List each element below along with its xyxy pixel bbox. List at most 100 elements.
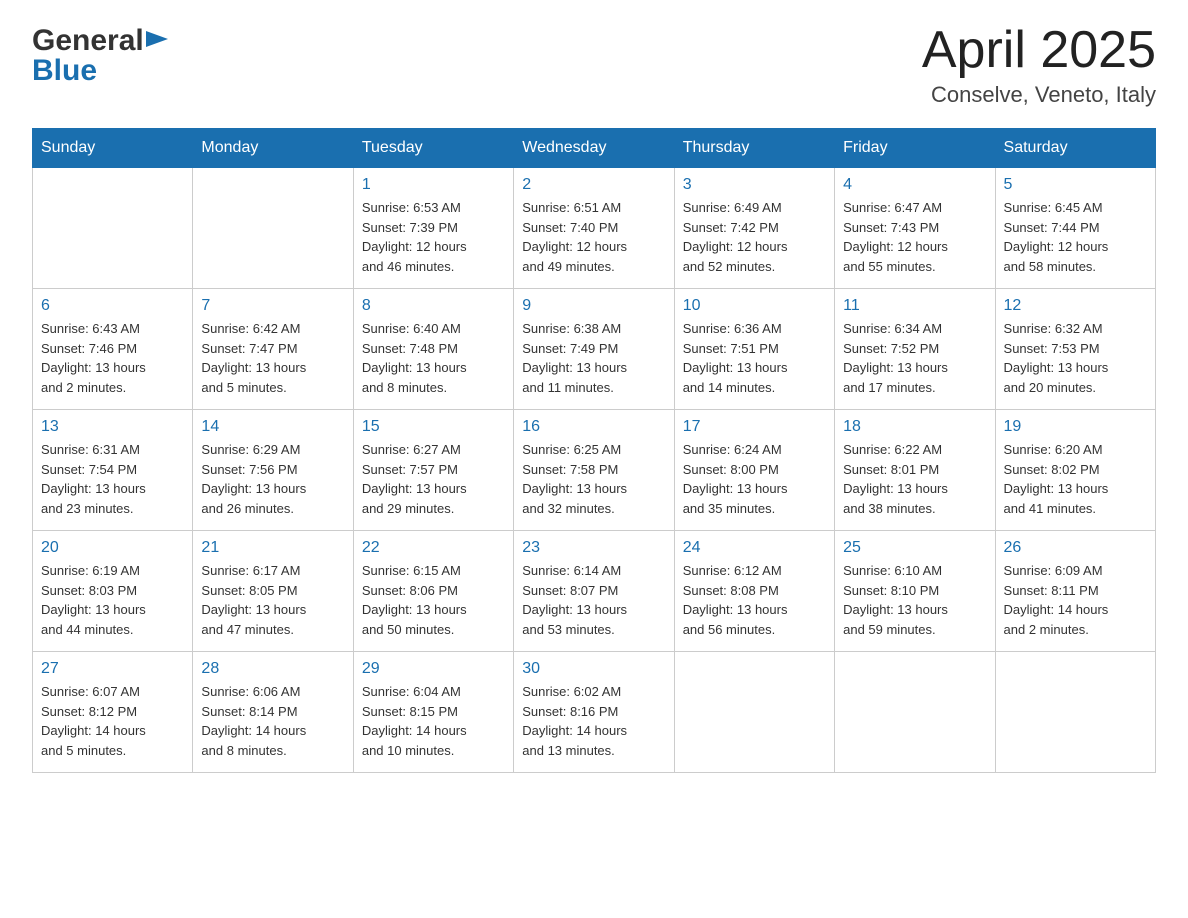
- calendar-day-cell: 25 Sunrise: 6:10 AM Sunset: 8:10 PM Dayli…: [835, 531, 995, 652]
- calendar-day-cell: 2 Sunrise: 6:51 AM Sunset: 7:40 PM Daylig…: [514, 168, 674, 289]
- day-number: 13: [41, 418, 184, 436]
- day-info: Sunrise: 6:51 AM Sunset: 7:40 PM Dayligh…: [522, 198, 665, 276]
- day-info: Sunrise: 6:12 AM Sunset: 8:08 PM Dayligh…: [683, 561, 826, 639]
- day-info: Sunrise: 6:49 AM Sunset: 7:42 PM Dayligh…: [683, 198, 826, 276]
- day-info: Sunrise: 6:38 AM Sunset: 7:49 PM Dayligh…: [522, 319, 665, 397]
- calendar-week-row: 6 Sunrise: 6:43 AM Sunset: 7:46 PM Daylig…: [33, 289, 1156, 410]
- day-info: Sunrise: 6:36 AM Sunset: 7:51 PM Dayligh…: [683, 319, 826, 397]
- calendar-day-cell: [33, 168, 193, 289]
- calendar-day-cell: 11Sunrise: 6:34 AM Sunset: 7:52 PM Dayli…: [835, 289, 995, 410]
- calendar-day-cell: 20 Sunrise: 6:19 AM Sunset: 8:03 PM Dayli…: [33, 531, 193, 652]
- calendar-subtitle: Conselve, Veneto, Italy: [922, 82, 1156, 108]
- title-block: April 2025 Conselve, Veneto, Italy: [922, 24, 1156, 108]
- calendar-table: SundayMondayTuesdayWednesdayThursdayFrid…: [32, 128, 1156, 773]
- calendar-day-cell: 26Sunrise: 6:09 AM Sunset: 8:11 PM Dayli…: [995, 531, 1155, 652]
- day-info: Sunrise: 6:40 AM Sunset: 7:48 PM Dayligh…: [362, 319, 505, 397]
- day-info: Sunrise: 6:17 AM Sunset: 8:05 PM Dayligh…: [201, 561, 344, 639]
- day-number: 19: [1004, 418, 1147, 436]
- day-number: 22: [362, 539, 505, 557]
- day-number: 15: [362, 418, 505, 436]
- calendar-day-cell: [674, 652, 834, 773]
- calendar-day-cell: 8 Sunrise: 6:40 AM Sunset: 7:48 PM Daylig…: [353, 289, 513, 410]
- day-info: Sunrise: 6:22 AM Sunset: 8:01 PM Dayligh…: [843, 440, 986, 518]
- calendar-day-cell: [193, 168, 353, 289]
- day-info: Sunrise: 6:14 AM Sunset: 8:07 PM Dayligh…: [522, 561, 665, 639]
- day-number: 20: [41, 539, 184, 557]
- day-number: 5: [1004, 176, 1147, 194]
- day-number: 6: [41, 297, 184, 315]
- calendar-day-cell: 12Sunrise: 6:32 AM Sunset: 7:53 PM Dayli…: [995, 289, 1155, 410]
- day-number: 11: [843, 297, 986, 315]
- day-info: Sunrise: 6:42 AM Sunset: 7:47 PM Dayligh…: [201, 319, 344, 397]
- day-info: Sunrise: 6:29 AM Sunset: 7:56 PM Dayligh…: [201, 440, 344, 518]
- logo-triangle-icon: [146, 31, 168, 53]
- day-number: 29: [362, 660, 505, 678]
- logo-general-text: General: [32, 24, 144, 58]
- day-info: Sunrise: 6:07 AM Sunset: 8:12 PM Dayligh…: [41, 682, 184, 760]
- day-number: 16: [522, 418, 665, 436]
- calendar-week-row: 13 Sunrise: 6:31 AM Sunset: 7:54 PM Dayli…: [33, 410, 1156, 531]
- day-number: 4: [843, 176, 986, 194]
- day-number: 7: [201, 297, 344, 315]
- calendar-day-header: Monday: [193, 129, 353, 168]
- calendar-day-cell: 9 Sunrise: 6:38 AM Sunset: 7:49 PM Daylig…: [514, 289, 674, 410]
- calendar-day-cell: 18 Sunrise: 6:22 AM Sunset: 8:01 PM Dayli…: [835, 410, 995, 531]
- calendar-header-row: SundayMondayTuesdayWednesdayThursdayFrid…: [33, 129, 1156, 168]
- calendar-day-cell: 6 Sunrise: 6:43 AM Sunset: 7:46 PM Daylig…: [33, 289, 193, 410]
- day-info: Sunrise: 6:19 AM Sunset: 8:03 PM Dayligh…: [41, 561, 184, 639]
- calendar-day-header: Sunday: [33, 129, 193, 168]
- calendar-day-header: Saturday: [995, 129, 1155, 168]
- day-info: Sunrise: 6:15 AM Sunset: 8:06 PM Dayligh…: [362, 561, 505, 639]
- calendar-day-cell: 23Sunrise: 6:14 AM Sunset: 8:07 PM Dayli…: [514, 531, 674, 652]
- day-info: Sunrise: 6:10 AM Sunset: 8:10 PM Dayligh…: [843, 561, 986, 639]
- day-number: 2: [522, 176, 665, 194]
- day-number: 8: [362, 297, 505, 315]
- logo: General Blue: [32, 24, 168, 88]
- page-header: General Blue April 2025 Conselve, Veneto…: [32, 24, 1156, 108]
- calendar-day-cell: 14 Sunrise: 6:29 AM Sunset: 7:56 PM Dayli…: [193, 410, 353, 531]
- day-number: 3: [683, 176, 826, 194]
- calendar-day-cell: [995, 652, 1155, 773]
- calendar-day-cell: 22 Sunrise: 6:15 AM Sunset: 8:06 PM Dayli…: [353, 531, 513, 652]
- calendar-day-cell: 13 Sunrise: 6:31 AM Sunset: 7:54 PM Dayli…: [33, 410, 193, 531]
- calendar-day-cell: 1Sunrise: 6:53 AM Sunset: 7:39 PM Daylig…: [353, 168, 513, 289]
- day-info: Sunrise: 6:25 AM Sunset: 7:58 PM Dayligh…: [522, 440, 665, 518]
- calendar-day-cell: [835, 652, 995, 773]
- calendar-day-header: Thursday: [674, 129, 834, 168]
- day-number: 30: [522, 660, 665, 678]
- calendar-day-header: Tuesday: [353, 129, 513, 168]
- day-info: Sunrise: 6:43 AM Sunset: 7:46 PM Dayligh…: [41, 319, 184, 397]
- calendar-day-cell: 15Sunrise: 6:27 AM Sunset: 7:57 PM Dayli…: [353, 410, 513, 531]
- calendar-day-cell: 19Sunrise: 6:20 AM Sunset: 8:02 PM Dayli…: [995, 410, 1155, 531]
- day-info: Sunrise: 6:06 AM Sunset: 8:14 PM Dayligh…: [201, 682, 344, 760]
- calendar-week-row: 20 Sunrise: 6:19 AM Sunset: 8:03 PM Dayli…: [33, 531, 1156, 652]
- calendar-day-cell: 16 Sunrise: 6:25 AM Sunset: 7:58 PM Dayli…: [514, 410, 674, 531]
- calendar-day-cell: 27 Sunrise: 6:07 AM Sunset: 8:12 PM Dayli…: [33, 652, 193, 773]
- day-number: 14: [201, 418, 344, 436]
- calendar-day-cell: 28Sunrise: 6:06 AM Sunset: 8:14 PM Dayli…: [193, 652, 353, 773]
- day-number: 18: [843, 418, 986, 436]
- calendar-day-cell: 17Sunrise: 6:24 AM Sunset: 8:00 PM Dayli…: [674, 410, 834, 531]
- day-number: 21: [201, 539, 344, 557]
- day-info: Sunrise: 6:47 AM Sunset: 7:43 PM Dayligh…: [843, 198, 986, 276]
- day-number: 27: [41, 660, 184, 678]
- day-number: 25: [843, 539, 986, 557]
- day-number: 9: [522, 297, 665, 315]
- day-info: Sunrise: 6:02 AM Sunset: 8:16 PM Dayligh…: [522, 682, 665, 760]
- calendar-week-row: 1Sunrise: 6:53 AM Sunset: 7:39 PM Daylig…: [33, 168, 1156, 289]
- calendar-day-cell: 24 Sunrise: 6:12 AM Sunset: 8:08 PM Dayli…: [674, 531, 834, 652]
- calendar-title: April 2025: [922, 24, 1156, 76]
- day-info: Sunrise: 6:31 AM Sunset: 7:54 PM Dayligh…: [41, 440, 184, 518]
- calendar-day-cell: 29Sunrise: 6:04 AM Sunset: 8:15 PM Dayli…: [353, 652, 513, 773]
- calendar-day-cell: 3 Sunrise: 6:49 AM Sunset: 7:42 PM Daylig…: [674, 168, 834, 289]
- calendar-day-cell: 5Sunrise: 6:45 AM Sunset: 7:44 PM Daylig…: [995, 168, 1155, 289]
- day-info: Sunrise: 6:09 AM Sunset: 8:11 PM Dayligh…: [1004, 561, 1147, 639]
- day-number: 24: [683, 539, 826, 557]
- day-info: Sunrise: 6:24 AM Sunset: 8:00 PM Dayligh…: [683, 440, 826, 518]
- day-number: 10: [683, 297, 826, 315]
- calendar-day-cell: 4 Sunrise: 6:47 AM Sunset: 7:43 PM Daylig…: [835, 168, 995, 289]
- calendar-day-cell: 10 Sunrise: 6:36 AM Sunset: 7:51 PM Dayli…: [674, 289, 834, 410]
- day-number: 12: [1004, 297, 1147, 315]
- logo-blue-text: Blue: [32, 54, 97, 88]
- calendar-day-cell: 7 Sunrise: 6:42 AM Sunset: 7:47 PM Daylig…: [193, 289, 353, 410]
